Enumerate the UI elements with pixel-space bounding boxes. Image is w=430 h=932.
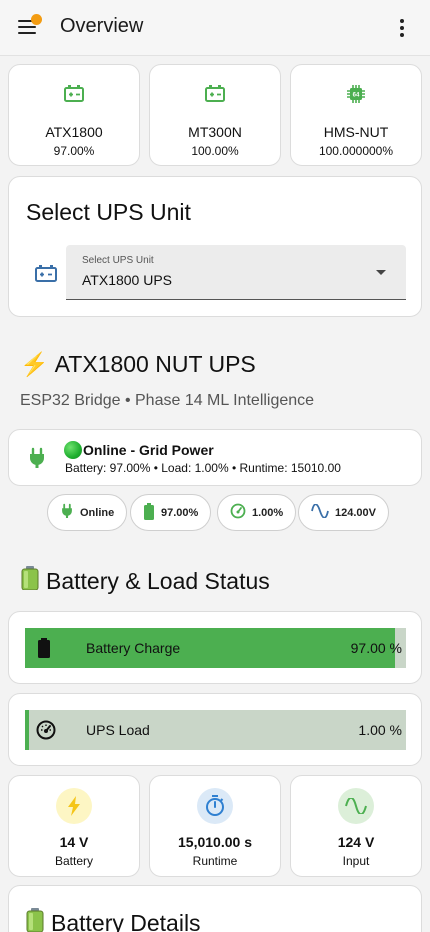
ups-percent: 97.00% <box>53 144 95 158</box>
svg-text:64: 64 <box>353 93 360 99</box>
sine-wave-icon <box>338 788 374 824</box>
battery-emoji-icon <box>20 566 40 596</box>
dropdown-label: Select UPS Unit <box>82 255 154 266</box>
status-detail: Battery: 97.00% • Load: 1.00% • Runtime:… <box>65 461 341 475</box>
ups-card-atx1800[interactable]: ATX1800 97.00% <box>8 64 140 166</box>
battery-icon <box>203 83 227 108</box>
lightning-emoji-icon: ⚡ <box>20 351 49 377</box>
online-dot-icon <box>64 441 82 459</box>
sine-wave-icon <box>311 503 329 521</box>
ups-load-bar: UPS Load 1.00 % <box>25 710 406 750</box>
more-options-icon[interactable] <box>394 18 410 38</box>
chip-label: 1.00% <box>252 506 284 519</box>
ups-subtitle: ESP32 Bridge • Phase 14 ML Intelligence <box>20 392 315 409</box>
bar-label: UPS Load <box>86 722 150 738</box>
battery-details-header: Battery Details <box>25 908 201 932</box>
battery-charge-fill <box>25 628 395 668</box>
status-card: Online - Grid Power Battery: 97.00% • Lo… <box>8 429 422 486</box>
section-title: Battery & Load Status <box>46 567 270 594</box>
metric-label: Battery <box>54 854 93 868</box>
battery-full-icon <box>36 638 52 663</box>
plug-icon <box>60 503 74 522</box>
app-bar: Overview <box>0 0 430 56</box>
battery-icon <box>62 83 86 108</box>
chip-online[interactable]: Online <box>47 494 128 531</box>
chip-label: Online <box>80 506 115 519</box>
select-ups-card: Select UPS Unit Select UPS Unit ATX1800 … <box>8 176 422 317</box>
bar-label: Battery Charge <box>86 640 181 656</box>
gauge-icon <box>230 503 246 522</box>
battery-load-header: Battery & Load Status <box>20 566 270 596</box>
metric-value: 15,010.00 s <box>178 834 252 850</box>
ups-name: HMS-NUT <box>323 124 389 140</box>
gauge-icon <box>36 720 56 745</box>
bar-value: 97.00 % <box>350 640 402 656</box>
status-headline-text: Online - Grid Power <box>83 442 214 458</box>
chip-icon: 64 <box>345 83 367 110</box>
bar-value: 1.00 % <box>358 722 402 738</box>
battery-charge-card: Battery Charge 97.00 % <box>8 611 422 684</box>
page-title: Overview <box>60 15 144 37</box>
ups-header: ⚡ ATX1800 NUT UPS <box>20 351 256 378</box>
plug-icon <box>27 447 47 474</box>
chip-battery[interactable]: 97.00% <box>130 494 212 531</box>
metric-value: 124 V <box>337 834 375 850</box>
ups-load-card: UPS Load 1.00 % <box>8 693 422 766</box>
battery-details-card: Battery Details <box>8 885 422 932</box>
metric-card-input: 124 V Input <box>290 775 422 877</box>
metric-label: Input <box>342 854 370 868</box>
metric-label: Runtime <box>192 854 238 868</box>
chip-voltage[interactable]: 124.00V <box>298 494 389 531</box>
battery-emoji-icon <box>25 908 45 932</box>
bolt-icon <box>56 788 92 824</box>
ups-title: ATX1800 NUT UPS <box>54 351 256 377</box>
chevron-down-icon <box>376 270 386 275</box>
chip-label: 97.00% <box>161 506 199 519</box>
ups-card-hms-nut[interactable]: 64 HMS-NUT 100.000000% <box>290 64 422 166</box>
ups-percent: 100.00% <box>191 144 239 158</box>
metric-card-battery: 14 V Battery <box>8 775 140 877</box>
chip-label: 124.00V <box>335 506 376 519</box>
ups-load-fill <box>25 710 29 750</box>
ups-unit-dropdown[interactable]: Select UPS Unit ATX1800 UPS <box>66 245 406 300</box>
select-ups-title: Select UPS Unit <box>26 199 191 225</box>
timer-icon <box>197 788 233 824</box>
metric-card-runtime: 15,010.00 s Runtime <box>149 775 281 877</box>
ups-name: ATX1800 <box>45 124 103 140</box>
ups-card-mt300n[interactable]: MT300N 100.00% <box>149 64 281 166</box>
ups-name: MT300N <box>188 124 242 140</box>
notification-badge <box>31 14 42 25</box>
battery-charge-bar: Battery Charge 97.00 % <box>25 628 406 668</box>
chip-load[interactable]: 1.00% <box>217 494 297 531</box>
battery-icon <box>34 263 58 288</box>
status-headline: Online - Grid Power <box>64 441 214 459</box>
dropdown-value: ATX1800 UPS <box>82 272 173 288</box>
section-title: Battery Details <box>51 909 201 932</box>
battery-icon <box>143 502 155 523</box>
metric-value: 14 V <box>59 834 89 850</box>
ups-percent: 100.000000% <box>318 144 394 158</box>
